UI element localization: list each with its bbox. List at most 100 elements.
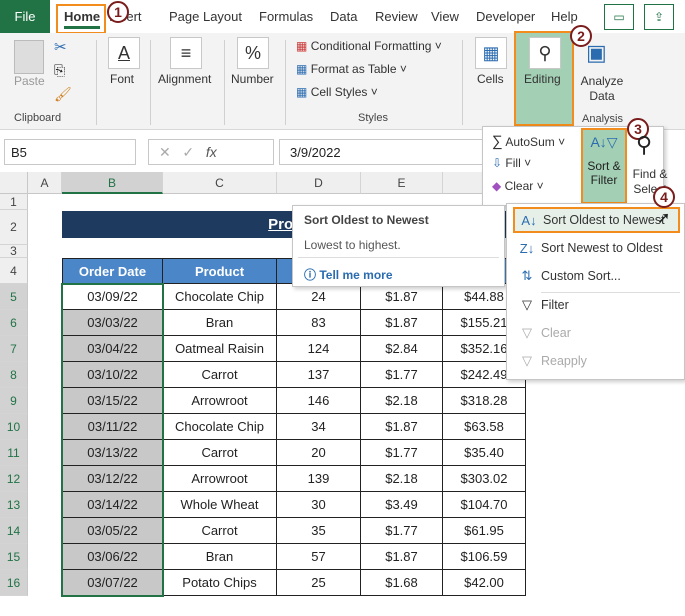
row-header[interactable]: 12 <box>0 466 28 492</box>
fill-button[interactable]: ⇩ Fill ˅ <box>492 156 531 170</box>
row-header[interactable]: 7 <box>0 336 28 362</box>
price-cell[interactable]: $1.87 <box>361 310 443 336</box>
row-header[interactable]: 4 <box>0 258 28 284</box>
total-cell[interactable]: $42.00 <box>443 570 526 596</box>
header-product[interactable]: Product <box>163 258 277 284</box>
product-cell[interactable]: Carrot <box>163 440 277 466</box>
total-cell[interactable]: $63.58 <box>443 414 526 440</box>
tab-page-layout[interactable]: Page Layout <box>169 9 242 24</box>
tell-me-more-link[interactable]: ⓘ Tell me more <box>304 266 393 283</box>
alignment-button[interactable]: Alignment <box>158 72 211 86</box>
menu-clear[interactable]: ▽ Clear <box>513 320 678 346</box>
font-icon[interactable]: A <box>108 37 140 69</box>
tab-data[interactable]: Data <box>330 9 357 24</box>
product-cell[interactable]: Chocolate Chip <box>163 414 277 440</box>
enter-icon[interactable]: ✓ <box>182 144 194 160</box>
formula-input[interactable]: 3/9/2022 <box>279 139 489 165</box>
row-header[interactable]: 14 <box>0 518 28 544</box>
row-header[interactable]: 3 <box>0 245 28 258</box>
name-box[interactable]: B5 <box>4 139 136 165</box>
quantity-cell[interactable]: 25 <box>277 570 361 596</box>
total-cell[interactable]: $318.28 <box>443 388 526 414</box>
row-header[interactable]: 10 <box>0 414 28 440</box>
price-cell[interactable]: $2.84 <box>361 336 443 362</box>
format-painter-icon[interactable]: 🖌 <box>54 86 72 103</box>
row-header[interactable]: 15 <box>0 544 28 570</box>
row-header[interactable]: 9 <box>0 388 28 414</box>
price-cell[interactable]: $1.77 <box>361 518 443 544</box>
copy-icon[interactable]: ⎘ <box>54 62 65 79</box>
quantity-cell[interactable]: 34 <box>277 414 361 440</box>
menu-sort-newest-to-oldest[interactable]: Z↓ Sort Newest to Oldest <box>513 235 678 261</box>
price-cell[interactable]: $2.18 <box>361 388 443 414</box>
price-cell[interactable]: $3.49 <box>361 492 443 518</box>
quantity-cell[interactable]: 137 <box>277 362 361 388</box>
row-header[interactable]: 1 <box>0 194 28 210</box>
product-cell[interactable]: Oatmeal Raisin <box>163 336 277 362</box>
price-cell[interactable]: $1.87 <box>361 544 443 570</box>
row-header[interactable]: 5 <box>0 284 28 310</box>
clear-button[interactable]: ◆ Clear ˅ <box>492 179 544 193</box>
paste-label[interactable]: Paste <box>14 74 45 88</box>
product-cell[interactable]: Carrot <box>163 518 277 544</box>
menu-sort-oldest-to-newest[interactable]: A↓ Sort Oldest to Newest <box>513 207 680 233</box>
row-header[interactable]: 8 <box>0 362 28 388</box>
total-cell[interactable]: $35.40 <box>443 440 526 466</box>
share-icon[interactable]: ⇪ <box>644 4 674 30</box>
analyze-data-button[interactable]: Analyze Data <box>580 74 624 104</box>
row-header[interactable]: 11 <box>0 440 28 466</box>
paste-icon[interactable] <box>14 40 44 74</box>
price-cell[interactable]: $1.87 <box>361 284 443 310</box>
cells-icon[interactable]: ▦ <box>475 37 507 69</box>
column-header-f[interactable] <box>443 172 483 194</box>
find-icon[interactable]: ⚲ <box>636 132 652 158</box>
tab-view[interactable]: View <box>431 9 459 24</box>
price-cell[interactable]: $1.77 <box>361 362 443 388</box>
quantity-cell[interactable]: 57 <box>277 544 361 570</box>
percent-icon[interactable]: % <box>237 37 269 69</box>
total-cell[interactable]: $303.02 <box>443 466 526 492</box>
conditional-formatting-button[interactable]: ▦ Conditional Formatting ˅ <box>296 39 442 53</box>
menu-reapply[interactable]: ▽ Reapply <box>513 348 678 374</box>
price-cell[interactable]: $1.68 <box>361 570 443 596</box>
product-cell[interactable]: Chocolate Chip <box>163 284 277 310</box>
menu-filter[interactable]: ▽ Filter <box>513 292 678 318</box>
cells-button[interactable]: Cells <box>477 72 504 86</box>
autosum-button[interactable]: ∑ AutoSum ˅ <box>492 133 565 150</box>
column-header-a[interactable]: A <box>28 172 62 194</box>
analyze-data-icon[interactable]: ▣ <box>586 40 607 66</box>
quantity-cell[interactable]: 146 <box>277 388 361 414</box>
header-order-date[interactable]: Order Date <box>62 258 163 284</box>
font-button[interactable]: Font <box>110 72 134 86</box>
row-header[interactable]: 6 <box>0 310 28 336</box>
total-cell[interactable]: $106.59 <box>443 544 526 570</box>
number-button[interactable]: Number <box>231 72 274 86</box>
quantity-cell[interactable]: 124 <box>277 336 361 362</box>
quantity-cell[interactable]: 24 <box>277 284 361 310</box>
select-all[interactable] <box>0 172 28 194</box>
quantity-cell[interactable]: 139 <box>277 466 361 492</box>
tab-help[interactable]: Help <box>551 9 578 24</box>
product-cell[interactable]: Arrowroot <box>163 466 277 492</box>
product-cell[interactable]: Arrowroot <box>163 388 277 414</box>
row-header[interactable]: 2 <box>0 210 28 245</box>
alignment-icon[interactable]: ≡ <box>170 37 202 69</box>
product-cell[interactable]: Whole Wheat <box>163 492 277 518</box>
cancel-icon[interactable]: ✕ <box>159 144 171 160</box>
quantity-cell[interactable]: 20 <box>277 440 361 466</box>
product-cell[interactable]: Potato Chips <box>163 570 277 596</box>
tab-review[interactable]: Review <box>375 9 418 24</box>
format-as-table-button[interactable]: ▦ Format as Table ˅ <box>296 62 407 76</box>
cut-icon[interactable]: ✂ <box>54 38 67 56</box>
menu-custom-sort[interactable]: ⇅ Custom Sort... <box>513 263 678 289</box>
sort-filter-button[interactable]: A↓▽ Sort & Filter <box>581 128 627 204</box>
price-cell[interactable]: $1.87 <box>361 414 443 440</box>
total-cell[interactable]: $61.95 <box>443 518 526 544</box>
price-cell[interactable]: $2.18 <box>361 466 443 492</box>
total-cell[interactable]: $104.70 <box>443 492 526 518</box>
cell-styles-button[interactable]: ▦ Cell Styles ˅ <box>296 85 378 99</box>
tab-file[interactable]: File <box>0 0 50 33</box>
column-header-b[interactable]: B <box>62 172 163 194</box>
tab-developer[interactable]: Developer <box>476 9 535 24</box>
column-header-c[interactable]: C <box>163 172 277 194</box>
